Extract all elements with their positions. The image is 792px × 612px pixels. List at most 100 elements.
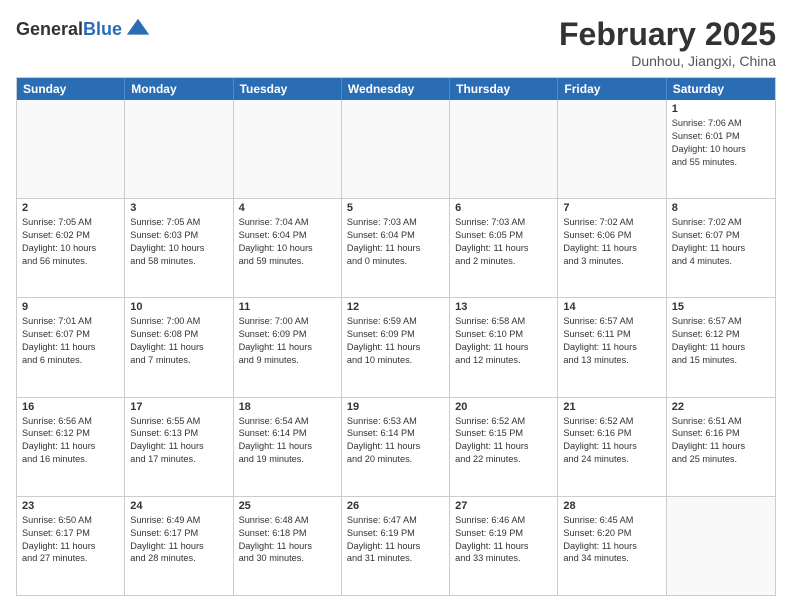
cal-row-4: 23 Sunrise: 6:50 AM Sunset: 6:17 PM Dayli… <box>17 497 775 595</box>
day-number-25: 25 <box>239 500 336 512</box>
cal-cell-r0-c0 <box>17 100 125 198</box>
cal-cell-r4-c0: 23 Sunrise: 6:50 AM Sunset: 6:17 PM Dayli… <box>17 497 125 595</box>
day-number-1: 1 <box>672 103 770 115</box>
weekday-thursday: Thursday <box>450 78 558 100</box>
day-info-18: Sunrise: 6:54 AM Sunset: 6:14 PM Dayligh… <box>239 415 336 467</box>
cal-cell-r4-c5: 28 Sunrise: 6:45 AM Sunset: 6:20 PM Dayli… <box>558 497 666 595</box>
day-info-16: Sunrise: 6:56 AM Sunset: 6:12 PM Dayligh… <box>22 415 119 467</box>
cal-cell-r1-c1: 3 Sunrise: 7:05 AM Sunset: 6:03 PM Daylig… <box>125 199 233 297</box>
day-number-11: 11 <box>239 301 336 313</box>
cal-cell-r3-c2: 18Sunrise: 6:54 AM Sunset: 6:14 PM Dayli… <box>234 398 342 496</box>
day-number-21: 21 <box>563 401 660 413</box>
logo-text: GeneralBlue <box>16 20 122 40</box>
day-number-16: 16 <box>22 401 119 413</box>
logo: GeneralBlue <box>16 16 152 44</box>
cal-cell-r4-c1: 24 Sunrise: 6:49 AM Sunset: 6:17 PM Dayli… <box>125 497 233 595</box>
day-number-10: 10 <box>130 301 227 313</box>
cal-cell-r3-c1: 17Sunrise: 6:55 AM Sunset: 6:13 PM Dayli… <box>125 398 233 496</box>
day-info-27: Sunrise: 6:46 AM Sunset: 6:19 PM Dayligh… <box>455 514 552 566</box>
cal-cell-r3-c4: 20 Sunrise: 6:52 AM Sunset: 6:15 PM Dayli… <box>450 398 558 496</box>
cal-cell-r0-c3 <box>342 100 450 198</box>
day-info-3: Sunrise: 7:05 AM Sunset: 6:03 PM Dayligh… <box>130 216 227 268</box>
weekday-saturday: Saturday <box>667 78 775 100</box>
weekday-monday: Monday <box>125 78 233 100</box>
cal-cell-r1-c3: 5 Sunrise: 7:03 AM Sunset: 6:04 PM Daylig… <box>342 199 450 297</box>
day-number-23: 23 <box>22 500 119 512</box>
day-number-26: 26 <box>347 500 444 512</box>
cal-cell-r1-c5: 7Sunrise: 7:02 AM Sunset: 6:06 PM Daylig… <box>558 199 666 297</box>
day-info-26: Sunrise: 6:47 AM Sunset: 6:19 PM Dayligh… <box>347 514 444 566</box>
day-info-22: Sunrise: 6:51 AM Sunset: 6:16 PM Dayligh… <box>672 415 770 467</box>
cal-cell-r4-c6 <box>667 497 775 595</box>
cal-cell-r2-c0: 9Sunrise: 7:01 AM Sunset: 6:07 PM Daylig… <box>17 298 125 396</box>
day-number-24: 24 <box>130 500 227 512</box>
day-info-4: Sunrise: 7:04 AM Sunset: 6:04 PM Dayligh… <box>239 216 336 268</box>
header: GeneralBlue February 2025 Dunhou, Jiangx… <box>16 16 776 69</box>
cal-cell-r1-c0: 2 Sunrise: 7:05 AM Sunset: 6:02 PM Daylig… <box>17 199 125 297</box>
day-number-13: 13 <box>455 301 552 313</box>
day-info-23: Sunrise: 6:50 AM Sunset: 6:17 PM Dayligh… <box>22 514 119 566</box>
cal-cell-r2-c5: 14 Sunrise: 6:57 AM Sunset: 6:11 PM Dayli… <box>558 298 666 396</box>
cal-cell-r0-c1 <box>125 100 233 198</box>
day-number-15: 15 <box>672 301 770 313</box>
day-info-13: Sunrise: 6:58 AM Sunset: 6:10 PM Dayligh… <box>455 315 552 367</box>
cal-cell-r0-c4 <box>450 100 558 198</box>
cal-cell-r2-c4: 13 Sunrise: 6:58 AM Sunset: 6:10 PM Dayli… <box>450 298 558 396</box>
day-number-2: 2 <box>22 202 119 214</box>
day-info-21: Sunrise: 6:52 AM Sunset: 6:16 PM Dayligh… <box>563 415 660 467</box>
weekday-sunday: Sunday <box>17 78 125 100</box>
cal-cell-r0-c2 <box>234 100 342 198</box>
day-number-5: 5 <box>347 202 444 214</box>
calendar-header: Sunday Monday Tuesday Wednesday Thursday… <box>17 78 775 100</box>
day-info-25: Sunrise: 6:48 AM Sunset: 6:18 PM Dayligh… <box>239 514 336 566</box>
cal-row-1: 2 Sunrise: 7:05 AM Sunset: 6:02 PM Daylig… <box>17 199 775 298</box>
day-info-15: Sunrise: 6:57 AM Sunset: 6:12 PM Dayligh… <box>672 315 770 367</box>
cal-cell-r1-c6: 8 Sunrise: 7:02 AM Sunset: 6:07 PM Daylig… <box>667 199 775 297</box>
cal-cell-r2-c1: 10 Sunrise: 7:00 AM Sunset: 6:08 PM Dayli… <box>125 298 233 396</box>
day-info-6: Sunrise: 7:03 AM Sunset: 6:05 PM Dayligh… <box>455 216 552 268</box>
day-number-4: 4 <box>239 202 336 214</box>
cal-row-3: 16 Sunrise: 6:56 AM Sunset: 6:12 PM Dayli… <box>17 398 775 497</box>
cal-cell-r4-c4: 27 Sunrise: 6:46 AM Sunset: 6:19 PM Dayli… <box>450 497 558 595</box>
cal-cell-r0-c6: 1 Sunrise: 7:06 AM Sunset: 6:01 PM Daylig… <box>667 100 775 198</box>
cal-cell-r1-c4: 6Sunrise: 7:03 AM Sunset: 6:05 PM Daylig… <box>450 199 558 297</box>
page: GeneralBlue February 2025 Dunhou, Jiangx… <box>0 0 792 612</box>
day-info-7: Sunrise: 7:02 AM Sunset: 6:06 PM Dayligh… <box>563 216 660 268</box>
day-info-17: Sunrise: 6:55 AM Sunset: 6:13 PM Dayligh… <box>130 415 227 467</box>
day-info-20: Sunrise: 6:52 AM Sunset: 6:15 PM Dayligh… <box>455 415 552 467</box>
day-info-14: Sunrise: 6:57 AM Sunset: 6:11 PM Dayligh… <box>563 315 660 367</box>
day-number-14: 14 <box>563 301 660 313</box>
day-info-8: Sunrise: 7:02 AM Sunset: 6:07 PM Dayligh… <box>672 216 770 268</box>
day-info-12: Sunrise: 6:59 AM Sunset: 6:09 PM Dayligh… <box>347 315 444 367</box>
day-info-1: Sunrise: 7:06 AM Sunset: 6:01 PM Dayligh… <box>672 117 770 169</box>
weekday-friday: Friday <box>558 78 666 100</box>
day-info-9: Sunrise: 7:01 AM Sunset: 6:07 PM Dayligh… <box>22 315 119 367</box>
location: Dunhou, Jiangxi, China <box>559 53 776 69</box>
day-info-19: Sunrise: 6:53 AM Sunset: 6:14 PM Dayligh… <box>347 415 444 467</box>
cal-cell-r3-c3: 19Sunrise: 6:53 AM Sunset: 6:14 PM Dayli… <box>342 398 450 496</box>
cal-row-2: 9Sunrise: 7:01 AM Sunset: 6:07 PM Daylig… <box>17 298 775 397</box>
day-number-8: 8 <box>672 202 770 214</box>
day-number-28: 28 <box>563 500 660 512</box>
cal-cell-r3-c6: 22 Sunrise: 6:51 AM Sunset: 6:16 PM Dayli… <box>667 398 775 496</box>
day-info-2: Sunrise: 7:05 AM Sunset: 6:02 PM Dayligh… <box>22 216 119 268</box>
cal-cell-r1-c2: 4 Sunrise: 7:04 AM Sunset: 6:04 PM Daylig… <box>234 199 342 297</box>
cal-cell-r4-c3: 26 Sunrise: 6:47 AM Sunset: 6:19 PM Dayli… <box>342 497 450 595</box>
month-title: February 2025 <box>559 16 776 53</box>
day-number-27: 27 <box>455 500 552 512</box>
cal-cell-r0-c5 <box>558 100 666 198</box>
day-info-5: Sunrise: 7:03 AM Sunset: 6:04 PM Dayligh… <box>347 216 444 268</box>
day-info-10: Sunrise: 7:00 AM Sunset: 6:08 PM Dayligh… <box>130 315 227 367</box>
cal-cell-r3-c0: 16 Sunrise: 6:56 AM Sunset: 6:12 PM Dayli… <box>17 398 125 496</box>
day-info-28: Sunrise: 6:45 AM Sunset: 6:20 PM Dayligh… <box>563 514 660 566</box>
calendar: Sunday Monday Tuesday Wednesday Thursday… <box>16 77 776 596</box>
day-number-20: 20 <box>455 401 552 413</box>
weekday-tuesday: Tuesday <box>234 78 342 100</box>
cal-cell-r2-c6: 15 Sunrise: 6:57 AM Sunset: 6:12 PM Dayli… <box>667 298 775 396</box>
cal-cell-r4-c2: 25 Sunrise: 6:48 AM Sunset: 6:18 PM Dayli… <box>234 497 342 595</box>
day-number-3: 3 <box>130 202 227 214</box>
day-info-24: Sunrise: 6:49 AM Sunset: 6:17 PM Dayligh… <box>130 514 227 566</box>
cal-cell-r3-c5: 21 Sunrise: 6:52 AM Sunset: 6:16 PM Dayli… <box>558 398 666 496</box>
cal-row-0: 1 Sunrise: 7:06 AM Sunset: 6:01 PM Daylig… <box>17 100 775 199</box>
day-number-22: 22 <box>672 401 770 413</box>
